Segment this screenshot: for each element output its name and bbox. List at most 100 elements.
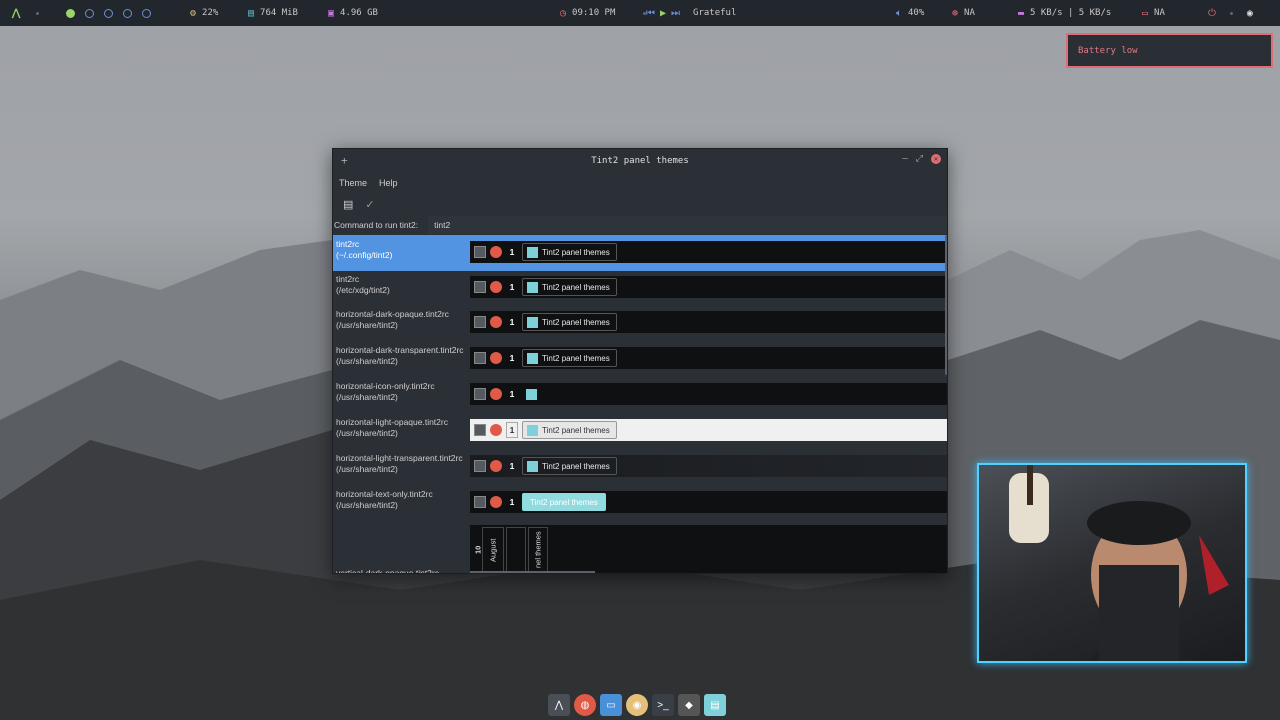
network-icon: ⊛ [952,7,959,19]
theme-label: horizontal-icon-only.tint2rc (/usr/share/… [333,377,469,413]
apply-icon[interactable]: ✓ [365,198,374,211]
netspeed-value: 5 KB/s | 5 KB/s [1030,8,1112,18]
theme-row[interactable]: tint2rc (~/.config/tint2) 1 Tint2 panel the… [333,235,947,271]
theme-path: (/etc/xdg/tint2) [336,285,390,295]
task-title: Tint2 panel themes [542,247,610,257]
netspeed-module: ▬ 5 KB/s | 5 KB/s [1018,0,1111,26]
workspace-5[interactable] [142,8,151,18]
tint2conf-icon[interactable]: ▤ [704,694,726,716]
clock-module[interactable]: ◷ 09:10 PM [560,0,647,26]
preview-task [522,385,543,403]
netspeed-icon: ▬ [1018,7,1025,19]
disk-icon: ▣ [328,7,335,19]
menu-bar: Theme Help [333,173,947,193]
terminal-icon[interactable]: >_ [652,694,674,716]
panel-preview: 1 Tint2 panel themes [470,311,947,333]
panel-preview: 1 Tint2 panel themes [470,455,947,477]
volume-icon: 🔈︎ [896,7,902,19]
notification-text: Battery low [1078,46,1138,56]
theme-name: horizontal-light-opaque.tint2rc [336,417,448,427]
memory-icon: ▤ [248,7,255,19]
memory-value: 764 MiB [260,8,298,18]
browser-icon [490,281,502,293]
play-icon[interactable]: ▶ [660,8,666,19]
workspace-1[interactable] [66,8,75,18]
theme-label: horizontal-text-only.tint2rc (/usr/share/… [333,485,469,521]
theme-row[interactable]: tint2rc (/etc/xdg/tint2) 1 Tint2 panel them… [333,270,947,306]
properties-icon[interactable]: ▤ [343,198,353,211]
task-app-icon [527,281,538,293]
preview-task: Tint2 panel themes [522,243,617,261]
command-label: Command to run tint2: [334,220,419,230]
window-title: Tint2 panel themes [591,156,689,166]
theme-name: horizontal-dark-transparent.tint2rc [336,345,464,355]
settings-icon[interactable]: ◉ [1247,8,1253,19]
workspace-4[interactable] [123,8,132,18]
power-icon[interactable]: ⏻ [1208,8,1216,19]
menu-theme[interactable]: Theme [339,178,367,188]
theme-path: (~/.config/tint2) [336,250,393,260]
command-input[interactable]: tint2 [428,216,947,234]
browser-icon [490,352,502,364]
network-module[interactable]: ⊛ NA [952,0,975,26]
power-module: ⏻ ◉ [1208,0,1253,26]
files-icon[interactable]: ▭ [600,694,622,716]
desktop-number: 1 [506,422,518,438]
next-icon[interactable]: ⏭ [671,8,680,19]
theme-row[interactable]: horizontal-dark-opaque.tint2rc (/usr/shar… [333,305,947,341]
theme-label: tint2rc (~/.config/tint2) [333,235,469,271]
memory-module: ▤ 764 MiB [248,0,298,26]
media-module: ⏮ ▶ ⏭ Grateful [646,0,736,26]
volume-module[interactable]: 🔈︎ 40% [896,0,924,26]
disk-module: ▣ 4.96 GB [328,0,378,26]
maximize-icon[interactable]: ⤢ [916,154,923,164]
window-titlebar[interactable]: + Tint2 panel themes – ⤢ ✕ [333,149,947,173]
theme-name[interactable]: vertical-dark-opaque.tint2rc [336,567,439,573]
webcam-image [1009,465,1229,661]
theme-label: horizontal-light-opaque.tint2rc (/usr/sha… [333,413,469,449]
task-app-icon [527,316,538,328]
close-icon[interactable]: ✕ [931,154,941,164]
terminal-icon [474,388,486,400]
theme-row[interactable]: horizontal-icon-only.tint2rc (/usr/share/… [333,377,947,413]
task-title: Tint2 panel themes [542,317,610,327]
window-controls: – ⤢ ✕ [902,154,941,164]
workspace-2[interactable] [85,8,94,18]
cpu-icon: ⚙ [190,7,197,19]
theme-row[interactable]: horizontal-light-opaque.tint2rc (/usr/sha… [333,413,947,449]
menu-help[interactable]: Help [379,178,398,188]
pin-icon[interactable]: + [341,154,348,167]
minimize-icon[interactable]: – [902,154,907,164]
browser-icon [490,316,502,328]
horizontal-scrollbar[interactable] [470,571,595,573]
launcher[interactable]: ⋀ [12,0,40,26]
desktop-number: 1 [509,389,515,399]
workspace-3[interactable] [104,8,113,18]
chrome-icon[interactable]: ◉ [626,694,648,716]
clock-value: 09:10 PM [572,8,616,18]
battery-notification[interactable]: Battery low [1066,33,1273,68]
previous-icon[interactable]: ⏮ [646,8,655,19]
arch-logo-icon[interactable]: ⋀ [12,8,20,19]
theme-name: horizontal-dark-opaque.tint2rc [336,309,449,319]
terminal-icon [474,352,486,364]
theme-path: (/usr/share/tint2) [336,500,398,510]
terminal-icon [474,246,486,258]
panel-preview: 1 Tint2 panel themes [470,276,947,298]
toolbar: ▤ ✓ [333,193,947,215]
desktop-number: 1 [509,461,515,471]
list-scrollbar[interactable] [945,235,947,375]
arch-icon[interactable]: ⋀ [548,694,570,716]
theme-row[interactable]: horizontal-light-transparent.tint2rc (/us… [333,449,947,485]
task-title: Tint2 panel themes [542,353,610,363]
panel-preview: 1 Tint2 panel themes [470,241,947,263]
firefox-icon[interactable]: ◍ [574,694,596,716]
preview-task: Tint2 panel themes [522,278,617,296]
settings-icon[interactable]: ◆ [678,694,700,716]
task-title: Tint2 panel themes [542,425,610,435]
webcam-overlay [977,463,1247,663]
preview-task: Tint2 panel themes [522,349,617,367]
theme-row[interactable]: horizontal-text-only.tint2rc (/usr/share/… [333,485,947,521]
theme-row[interactable]: horizontal-dark-transparent.tint2rc (/usr… [333,341,947,377]
theme-name: tint2rc [336,239,360,249]
